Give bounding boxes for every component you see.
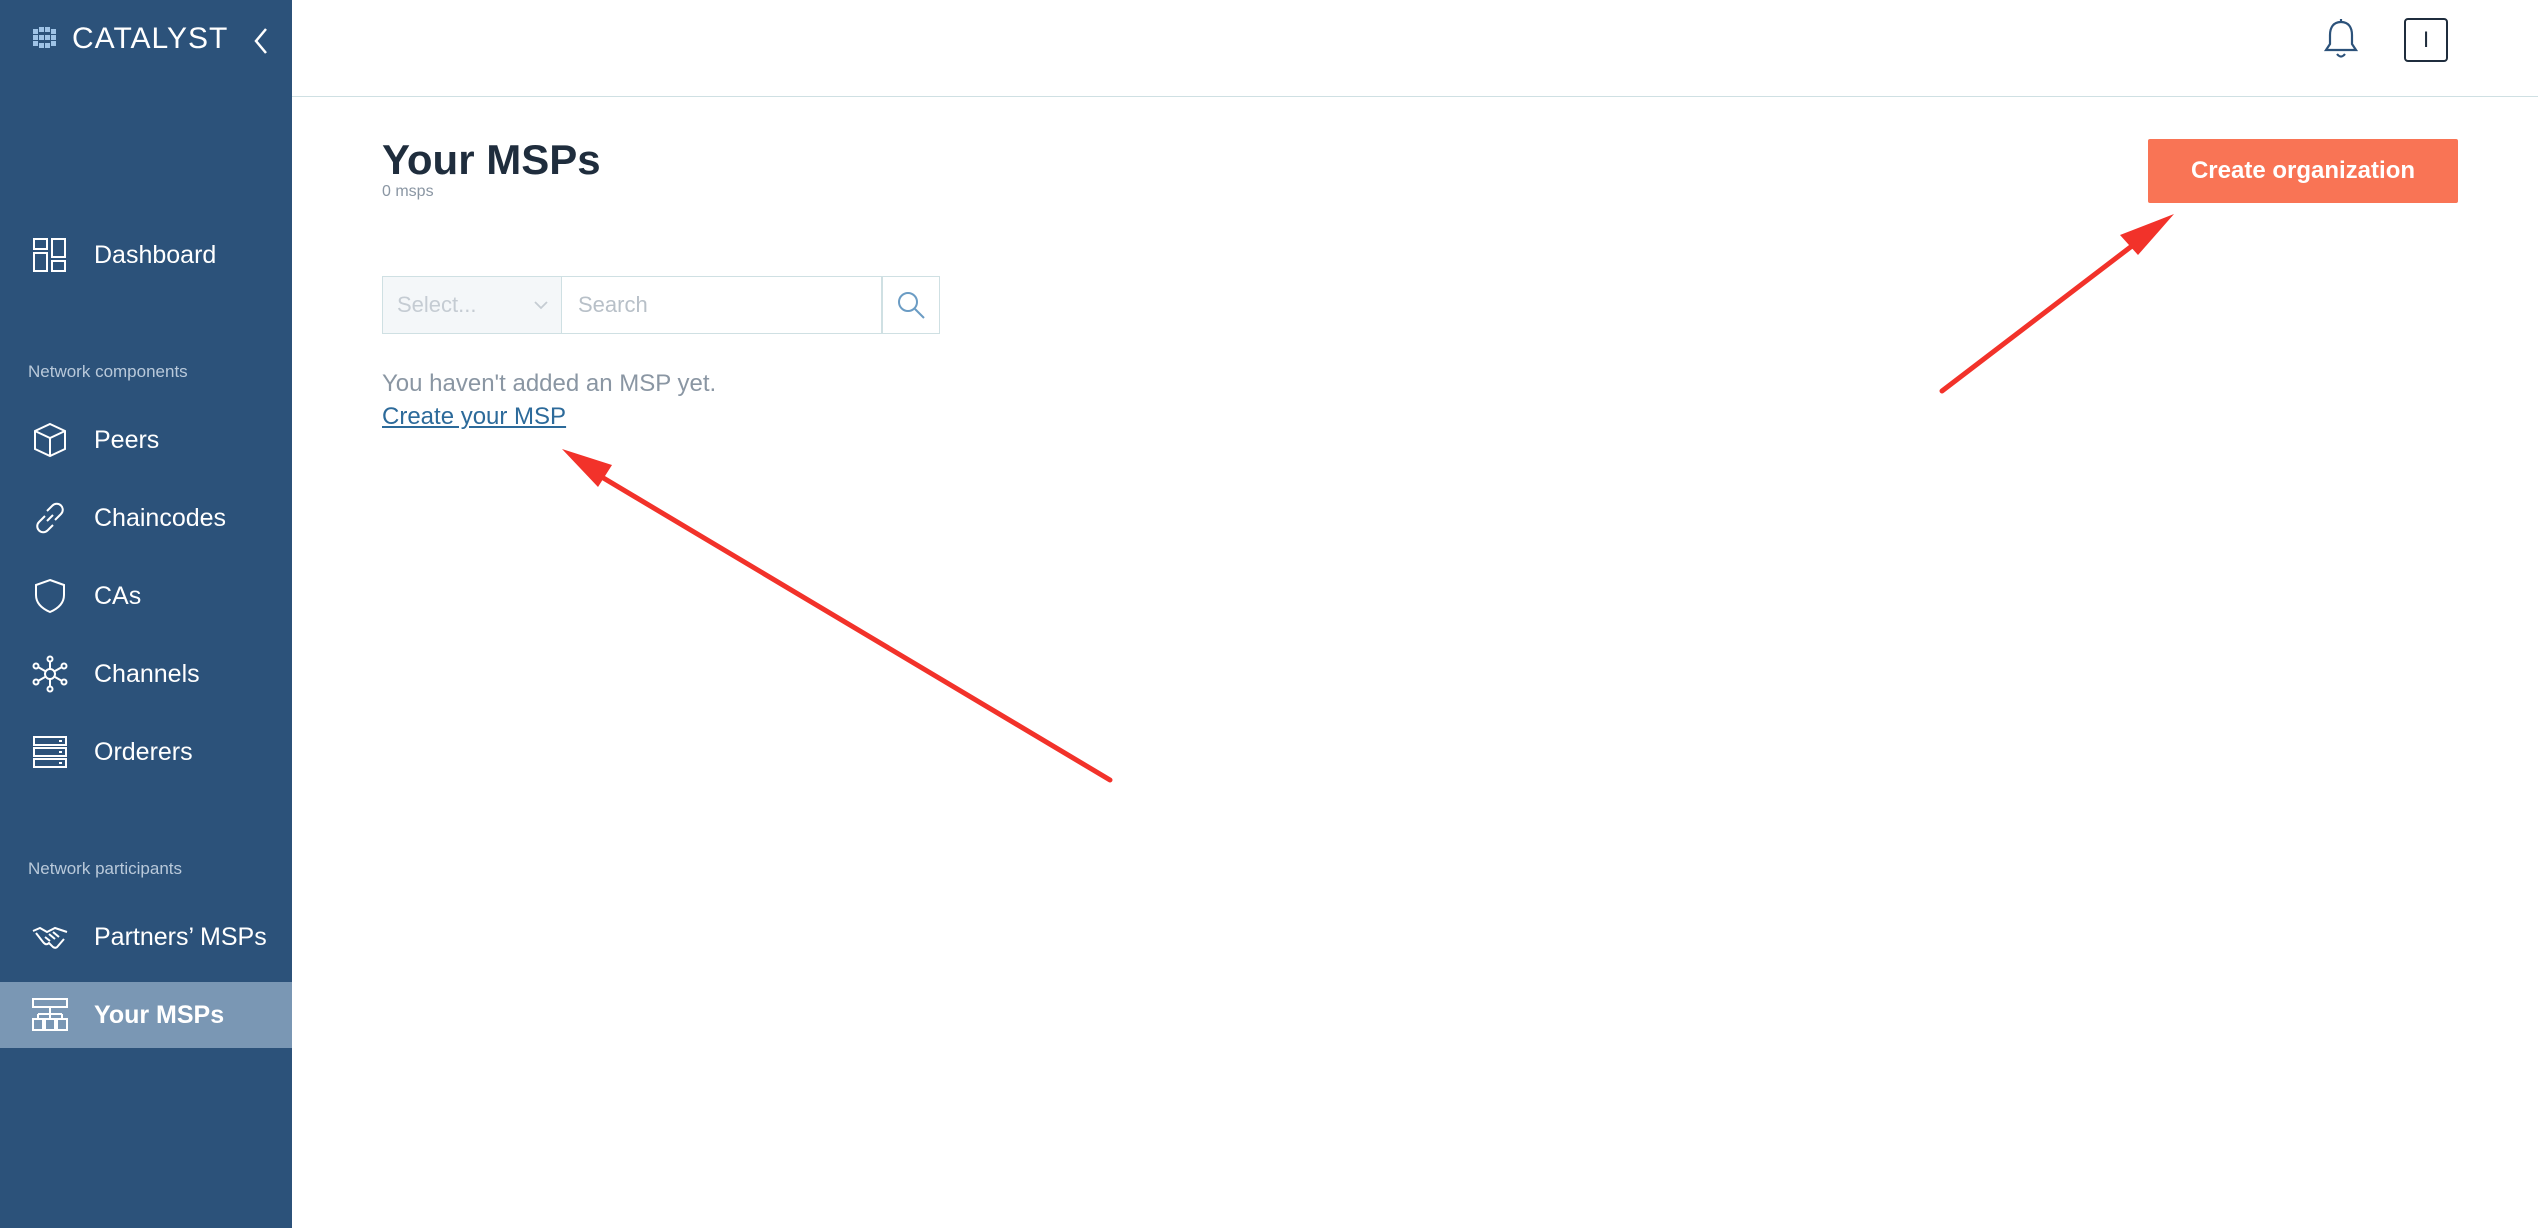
- annotation-arrow-to-create-organization: [1939, 214, 2174, 394]
- sidebar-item-orderers[interactable]: Orderers: [0, 719, 292, 785]
- handshake-icon: [30, 917, 70, 957]
- sidebar-item-your-msps[interactable]: Your MSPs: [0, 982, 292, 1048]
- sidebar-item-cas[interactable]: CAs: [0, 563, 292, 629]
- shield-icon: [30, 576, 70, 616]
- sidebar-item-dashboard[interactable]: Dashboard: [0, 222, 292, 288]
- link-icon: [30, 498, 70, 538]
- sidebar-item-label: Chaincodes: [94, 503, 227, 532]
- chevron-left-icon[interactable]: [246, 22, 276, 60]
- network-icon: [30, 654, 70, 694]
- filter-bar: Select...: [382, 276, 940, 334]
- dashboard-icon: [30, 235, 70, 275]
- page-title: Your MSPs: [382, 136, 601, 183]
- create-organization-button[interactable]: Create organization: [2148, 139, 2458, 203]
- sidebar-item-label: Peers: [94, 425, 160, 454]
- select-placeholder: Select...: [397, 292, 477, 317]
- sidebar-item-partners-msps[interactable]: Partners’ MSPs: [0, 904, 292, 970]
- section-label-network-components: Network components: [28, 362, 188, 381]
- sidebar-item-label: Orderers: [94, 737, 193, 766]
- catalyst-logo-icon: [33, 27, 56, 48]
- bell-icon[interactable]: [2322, 18, 2360, 60]
- sidebar: CATALYST Dashboard Network components Pe…: [0, 0, 292, 1228]
- chevron-down-icon: [534, 301, 548, 310]
- sidebar-item-chaincodes[interactable]: Chaincodes: [0, 485, 292, 551]
- avatar[interactable]: I: [2404, 18, 2448, 62]
- cube-icon: [30, 420, 70, 460]
- filter-select[interactable]: Select...: [382, 276, 562, 334]
- search-icon: [898, 292, 925, 319]
- sidebar-item-label: Partners’ MSPs: [94, 922, 267, 951]
- sidebar-item-label: CAs: [94, 581, 142, 610]
- logo-text: CATALYST: [72, 22, 229, 55]
- search-input[interactable]: [562, 276, 882, 334]
- sidebar-item-channels[interactable]: Channels: [0, 641, 292, 707]
- msp-count: 0 msps: [382, 183, 434, 200]
- sidebar-item-label: Channels: [94, 659, 200, 688]
- sidebar-item-label: Dashboard: [94, 240, 217, 269]
- top-header: [292, 0, 2538, 97]
- sidebar-item-peers[interactable]: Peers: [0, 407, 292, 473]
- empty-state-message: You haven't added an MSP yet.: [382, 370, 717, 397]
- org-chart-icon: [30, 995, 70, 1035]
- section-label-network-participants: Network participants: [28, 859, 183, 878]
- create-msp-link[interactable]: Create your MSP: [382, 403, 566, 431]
- search-button[interactable]: [882, 276, 940, 334]
- logo[interactable]: CATALYST: [30, 22, 228, 56]
- server-icon: [30, 732, 70, 772]
- annotation-arrow-to-create-msp: [562, 449, 1113, 783]
- sidebar-item-label: Your MSPs: [94, 1000, 225, 1029]
